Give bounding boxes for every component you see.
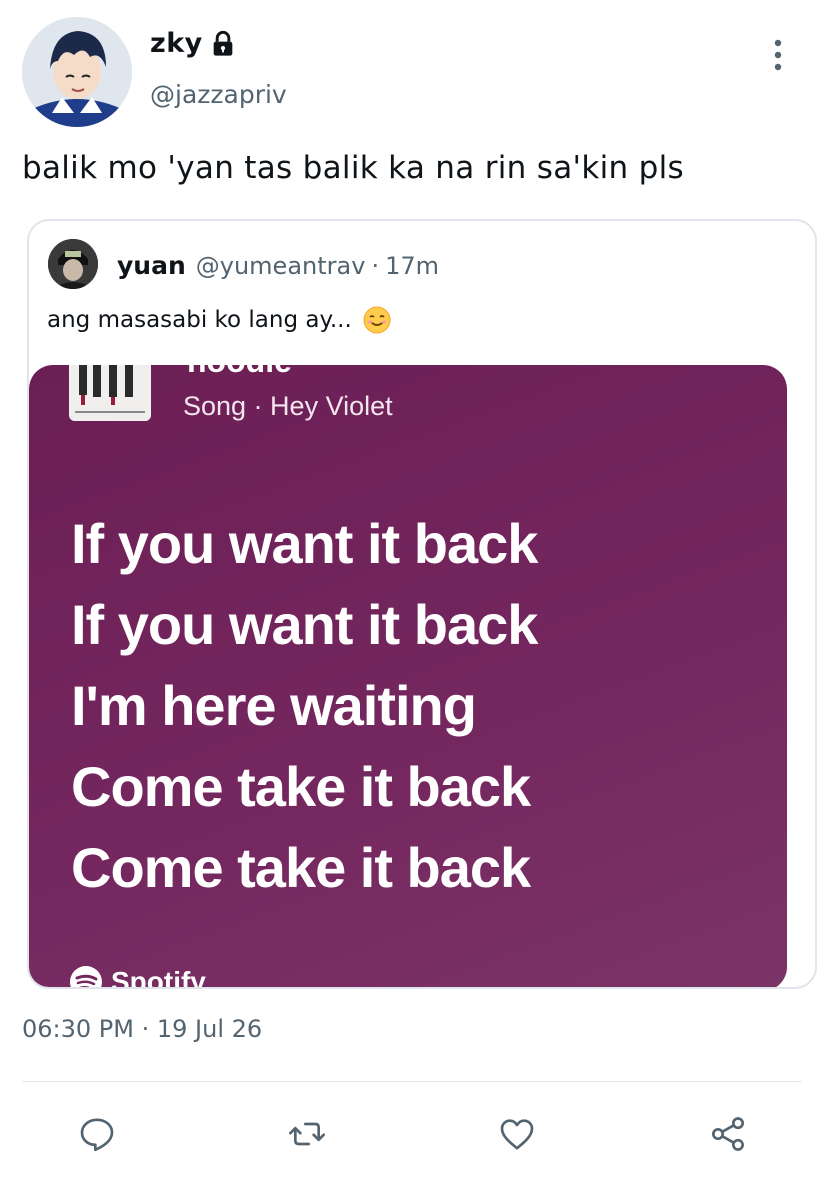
spotify-logo: Spotify bbox=[69, 965, 206, 989]
share-icon bbox=[712, 1117, 744, 1151]
lyric-line: Come take it back bbox=[71, 755, 531, 818]
retweet-button[interactable] bbox=[285, 1112, 329, 1156]
quoted-tweet-header: yuan @yumeantrav · 17m bbox=[117, 251, 439, 280]
spotify-logo-icon bbox=[70, 966, 102, 987]
quoted-author-handle[interactable]: @yumeantrav bbox=[196, 252, 366, 280]
spotify-lyrics-card[interactable]: hoodie Song · Hey Violet If you want it … bbox=[29, 365, 787, 989]
tweet-text: balik mo 'yan tas balik ka na rin sa'kin… bbox=[22, 150, 684, 186]
more-vertical-icon[interactable] bbox=[768, 38, 788, 72]
lyric-line: If you want it back bbox=[71, 593, 538, 656]
reply-icon bbox=[80, 1118, 114, 1152]
quoted-author-name[interactable]: yuan bbox=[117, 251, 186, 280]
lyric-line: Come take it back bbox=[71, 836, 531, 899]
like-button[interactable] bbox=[495, 1112, 539, 1156]
song-title: hoodie bbox=[187, 365, 292, 380]
quoted-tweet-text-row: ang masasabi ko lang ay... bbox=[47, 305, 392, 335]
retweet-icon bbox=[289, 1122, 325, 1146]
album-cover-art bbox=[69, 365, 151, 421]
lyrics-block: If you want it back If you want it back … bbox=[71, 503, 538, 908]
smiling-face-emoji-icon bbox=[362, 305, 392, 335]
quoted-tweet-card[interactable]: yuan @yumeantrav · 17m ang masasabi ko l… bbox=[27, 219, 817, 989]
song-meta: Song · Hey Violet bbox=[183, 391, 393, 421]
lyric-line: I'm here waiting bbox=[71, 674, 477, 737]
reply-button[interactable] bbox=[75, 1112, 119, 1156]
quoted-tweet-text: ang masasabi ko lang ay... bbox=[47, 307, 352, 333]
author-handle[interactable]: @jazzapriv bbox=[150, 80, 287, 109]
author-avatar-image bbox=[22, 17, 132, 127]
spotify-wordmark: Spotify bbox=[111, 966, 206, 989]
separator-dot: · bbox=[371, 252, 380, 280]
lyric-line: If you want it back bbox=[71, 512, 538, 575]
divider bbox=[22, 1081, 802, 1082]
share-button[interactable] bbox=[706, 1112, 750, 1156]
author-name-row: zky bbox=[150, 28, 237, 59]
quoted-tweet-time: 17m bbox=[385, 252, 439, 280]
heart-icon bbox=[500, 1119, 534, 1150]
author-avatar[interactable] bbox=[22, 17, 132, 127]
quoted-author-avatar[interactable] bbox=[48, 239, 98, 289]
tweet-timestamp[interactable]: 06:30 PM · 19 Jul 26 bbox=[22, 1015, 262, 1043]
quoted-author-avatar-image bbox=[48, 239, 98, 289]
author-display-name[interactable]: zky bbox=[150, 28, 203, 59]
lock-icon bbox=[209, 30, 237, 58]
